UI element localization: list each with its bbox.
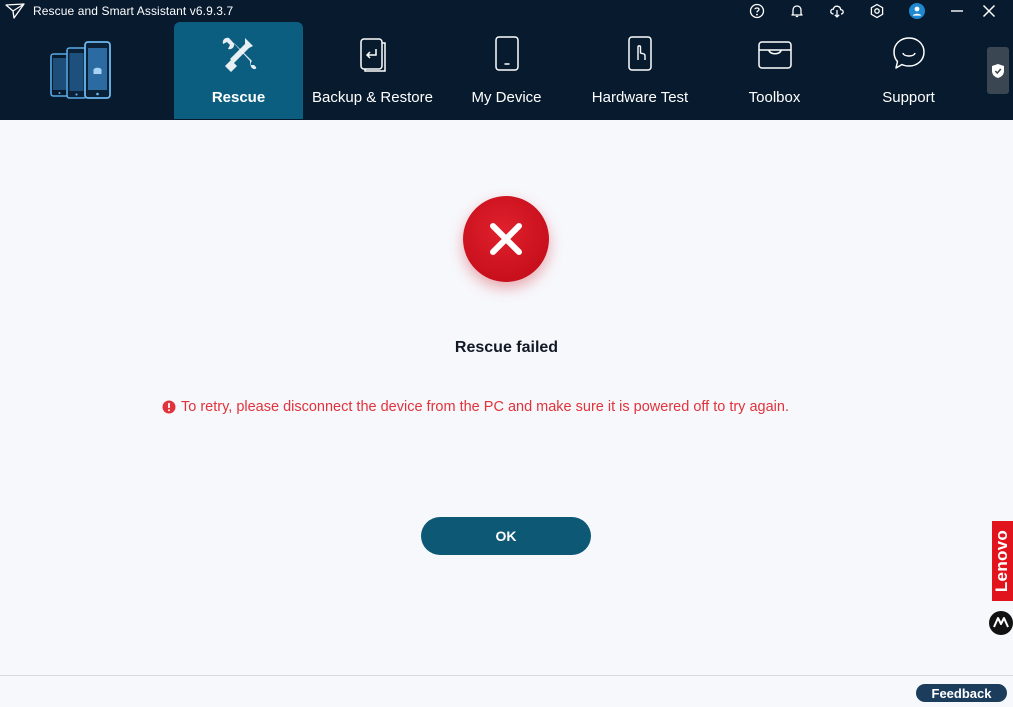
- tab-support[interactable]: Support: [840, 22, 977, 119]
- touch-phone-icon: [620, 34, 660, 74]
- backup-restore-icon: [353, 34, 393, 74]
- exclamation-icon: [162, 400, 176, 414]
- tab-backup-restore[interactable]: Backup & Restore: [303, 22, 442, 119]
- tab-hardware-test[interactable]: Hardware Test: [571, 22, 709, 119]
- phone-icon: [487, 34, 527, 74]
- tab-toolbox[interactable]: Toolbox: [709, 22, 840, 119]
- app-logo-icon: [4, 0, 26, 22]
- lenovo-wordmark: Lenovo: [992, 529, 1012, 593]
- error-message: To retry, please disconnect the device f…: [162, 399, 789, 415]
- lenovo-brand-logo: Lenovo: [992, 521, 1013, 601]
- tab-hardware-test-label: Hardware Test: [591, 89, 689, 106]
- shield-icon: [992, 63, 1004, 78]
- error-status-icon: [463, 196, 549, 282]
- side-panel-toggle[interactable]: [987, 47, 1009, 94]
- close-icon[interactable]: [981, 3, 997, 19]
- tab-my-device-label: My Device: [471, 89, 542, 106]
- tab-support-label: Support: [882, 89, 935, 106]
- title-bar: Rescue and Smart Assistant v6.9.3.7: [0, 0, 1013, 22]
- tab-rescue-label: Rescue: [211, 89, 266, 106]
- ok-button[interactable]: OK: [421, 517, 591, 555]
- toolbox-icon: [755, 34, 795, 74]
- result-title: Rescue failed: [454, 339, 559, 356]
- tab-my-device[interactable]: My Device: [442, 22, 571, 119]
- cloud-download-icon[interactable]: [829, 3, 845, 19]
- motorola-logo-icon: [989, 611, 1013, 635]
- bell-icon[interactable]: [789, 3, 805, 19]
- chat-bubble-icon: [889, 34, 929, 74]
- tab-backup-restore-label: Backup & Restore: [312, 89, 433, 106]
- minimize-icon[interactable]: [949, 3, 965, 19]
- feedback-button[interactable]: Feedback: [916, 684, 1007, 702]
- footer: Feedback: [0, 675, 1013, 707]
- help-icon[interactable]: [749, 3, 765, 19]
- user-icon[interactable]: [909, 3, 925, 19]
- tab-rescue[interactable]: Rescue: [174, 22, 303, 119]
- window-title: Rescue and Smart Assistant v6.9.3.7: [33, 4, 234, 18]
- devices-logo-icon: [48, 40, 114, 102]
- tab-toolbox-label: Toolbox: [748, 89, 801, 106]
- settings-icon[interactable]: [869, 3, 885, 19]
- wrench-screwdriver-icon: [219, 34, 259, 74]
- error-message-text: To retry, please disconnect the device f…: [181, 399, 789, 415]
- rescue-result-panel: Rescue failed To retry, please disconnec…: [0, 120, 1013, 675]
- main-navigation: Rescue Backup & Restore My Device Hardwa…: [0, 22, 1013, 120]
